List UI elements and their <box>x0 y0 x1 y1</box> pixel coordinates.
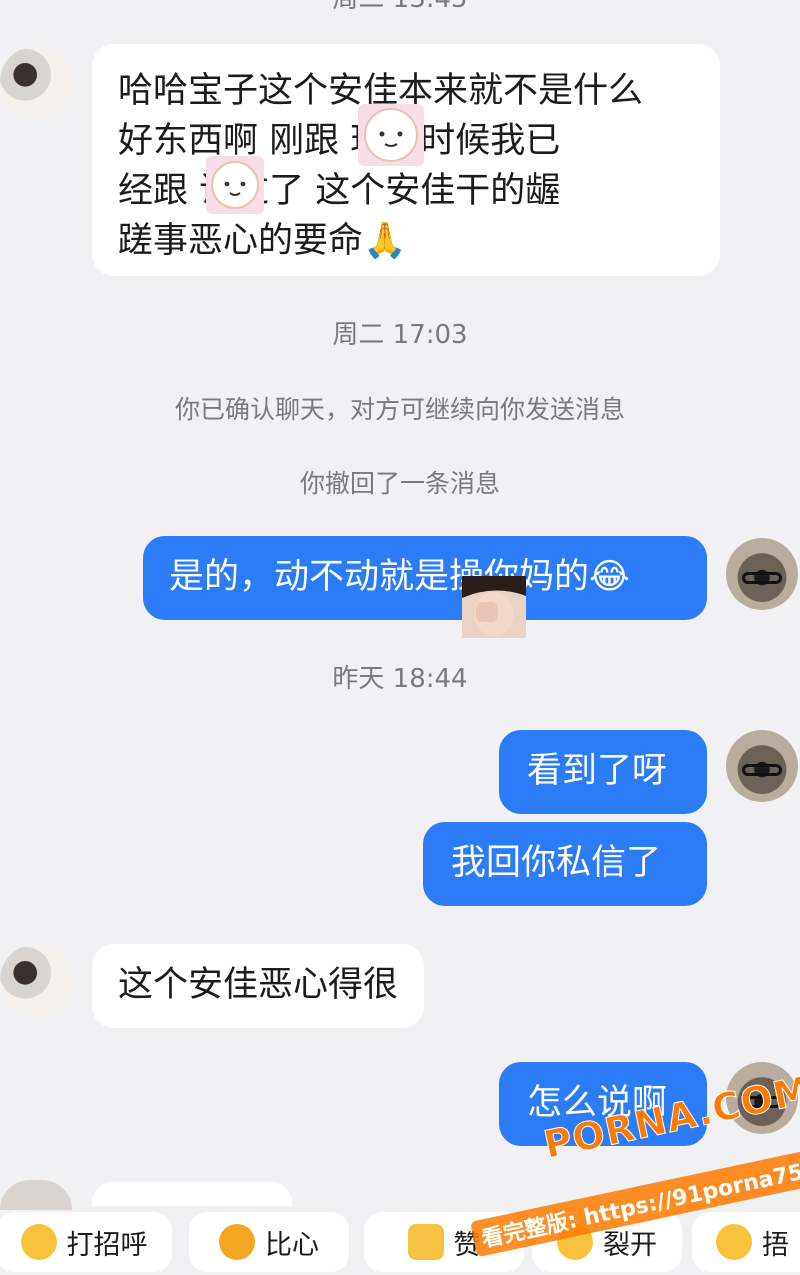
outgoing-message-bubble[interactable]: 是的，动不动就是操你妈的😂 <box>143 536 707 620</box>
thumbs-up-icon <box>407 1224 444 1260</box>
quick-reply-cover[interactable]: 捂 <box>692 1212 800 1272</box>
censor-sticker-face <box>462 576 526 638</box>
quick-reply-label: 比心 <box>265 1229 319 1261</box>
quick-reply-label: 打招呼 <box>66 1229 148 1261</box>
timestamp: 昨天 18:44 <box>332 664 468 694</box>
outgoing-message-bubble[interactable]: 我回你私信了 <box>423 822 707 906</box>
message-line: 经跟 说过了 这个安佳干的龌 <box>118 171 561 211</box>
message-line: 蹉事恶心的要命🙏 <box>118 221 407 261</box>
wave-emoji-icon <box>20 1224 57 1260</box>
message-text: 是的，动不动就是操你妈的 <box>169 557 590 597</box>
user-avatar[interactable] <box>726 730 798 802</box>
incoming-message-bubble[interactable]: 这个安佳恶心得很 <box>92 944 424 1028</box>
timestamp: 周二 17:03 <box>332 320 468 350</box>
laugh-cry-emoji: 😂 <box>589 557 630 597</box>
censor-sticker <box>206 156 264 214</box>
quick-reply-label: 捂 <box>762 1229 789 1261</box>
heart-hands-emoji-icon <box>219 1224 255 1260</box>
cut-timestamp: 周二 13:45 <box>0 0 800 15</box>
contact-avatar[interactable] <box>0 944 72 1016</box>
quick-reply-bar: 打招呼 比心 赞 裂开 捂 <box>0 1206 800 1275</box>
quick-reply-heart[interactable]: 比心 <box>189 1212 349 1272</box>
censor-sticker <box>358 104 424 166</box>
outgoing-message-bubble[interactable]: 看到了呀 <box>499 730 707 814</box>
message-text: 我回你私信了 <box>451 843 662 883</box>
incoming-bubble-partial <box>92 1182 292 1206</box>
message-text: 这个安佳恶心得很 <box>118 965 399 1005</box>
contact-avatar[interactable] <box>0 46 72 118</box>
message-text: 看到了呀 <box>527 751 668 791</box>
quick-reply-wave[interactable]: 打招呼 <box>0 1212 172 1272</box>
pray-emoji: 🙏 <box>363 221 407 261</box>
system-notice-recalled: 你撤回了一条消息 <box>299 469 500 498</box>
user-avatar[interactable] <box>726 538 798 610</box>
cover-face-emoji-icon <box>716 1224 752 1260</box>
system-notice-chat-confirmed: 你已确认聊天，对方可继续向你发送消息 <box>174 395 625 424</box>
